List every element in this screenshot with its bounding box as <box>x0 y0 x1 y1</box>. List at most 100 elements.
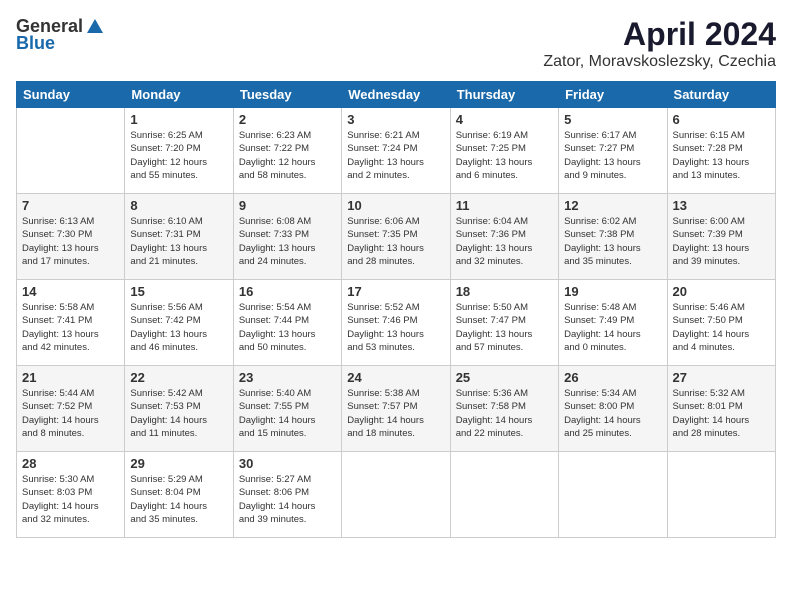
table-row <box>342 452 450 538</box>
day-number: 23 <box>239 370 336 385</box>
calendar-week-row: 14Sunrise: 5:58 AMSunset: 7:41 PMDayligh… <box>17 280 776 366</box>
calendar-table: Sunday Monday Tuesday Wednesday Thursday… <box>16 81 776 538</box>
day-number: 29 <box>130 456 227 471</box>
day-number: 16 <box>239 284 336 299</box>
day-info: Sunrise: 5:30 AMSunset: 8:03 PMDaylight:… <box>22 473 119 526</box>
day-info: Sunrise: 6:23 AMSunset: 7:22 PMDaylight:… <box>239 129 336 182</box>
weekday-header-row: Sunday Monday Tuesday Wednesday Thursday… <box>17 82 776 108</box>
table-row: 15 Sunrise: 5:56 AMSunset: 7:42 PMDayligh… <box>125 280 233 366</box>
day-info: Sunrise: 5:42 AMSunset: 7:53 PMDaylight:… <box>130 387 227 440</box>
table-row: 4 Sunrise: 6:19 AMSunset: 7:25 PMDaylight… <box>450 108 558 194</box>
day-info: Sunrise: 5:50 AMSunset: 7:47 PMDaylight:… <box>456 301 553 354</box>
table-row: 7 Sunrise: 6:13 AMSunset: 7:30 PMDaylight… <box>17 194 125 280</box>
day-number: 12 <box>564 198 661 213</box>
header-saturday: Saturday <box>667 82 775 108</box>
header-sunday: Sunday <box>17 82 125 108</box>
table-row: 6 Sunrise: 6:15 AMSunset: 7:28 PMDaylight… <box>667 108 775 194</box>
table-row: 22Sunrise: 5:42 AMSunset: 7:53 PMDayligh… <box>125 366 233 452</box>
day-info: Sunrise: 5:46 AMSunset: 7:50 PMDaylight:… <box>673 301 770 354</box>
day-number: 26 <box>564 370 661 385</box>
table-row: 9Sunrise: 6:08 AMSunset: 7:33 PMDaylight… <box>233 194 341 280</box>
header-wednesday: Wednesday <box>342 82 450 108</box>
day-info: Sunrise: 5:48 AMSunset: 7:49 PMDaylight:… <box>564 301 661 354</box>
table-row: 14Sunrise: 5:58 AMSunset: 7:41 PMDayligh… <box>17 280 125 366</box>
day-info: Sunrise: 5:36 AMSunset: 7:58 PMDaylight:… <box>456 387 553 440</box>
day-number: 1 <box>130 112 227 127</box>
table-row: 8 Sunrise: 6:10 AMSunset: 7:31 PMDaylight… <box>125 194 233 280</box>
table-row: 27Sunrise: 5:32 AMSunset: 8:01 PMDayligh… <box>667 366 775 452</box>
day-info: Sunrise: 5:52 AMSunset: 7:46 PMDaylight:… <box>347 301 444 354</box>
header-friday: Friday <box>559 82 667 108</box>
month-title: April 2024 <box>543 16 776 53</box>
header-tuesday: Tuesday <box>233 82 341 108</box>
table-row: 11 Sunrise: 6:04 AMSunset: 7:36 PMDayligh… <box>450 194 558 280</box>
day-info: Sunrise: 6:15 AMSunset: 7:28 PMDaylight:… <box>673 129 770 182</box>
title-area: April 2024 Zator, Moravskoslezsky, Czech… <box>543 16 776 71</box>
table-row: 13Sunrise: 6:00 AMSunset: 7:39 PMDayligh… <box>667 194 775 280</box>
logo-blue-text: Blue <box>16 33 55 54</box>
day-info: Sunrise: 6:02 AMSunset: 7:38 PMDaylight:… <box>564 215 661 268</box>
table-row: 1Sunrise: 6:25 AMSunset: 7:20 PMDaylight… <box>125 108 233 194</box>
header-monday: Monday <box>125 82 233 108</box>
table-row: 30Sunrise: 5:27 AMSunset: 8:06 PMDayligh… <box>233 452 341 538</box>
header-area: General Blue April 2024 Zator, Moravskos… <box>16 16 776 71</box>
calendar-week-row: 28 Sunrise: 5:30 AMSunset: 8:03 PMDayligh… <box>17 452 776 538</box>
day-number: 18 <box>456 284 553 299</box>
calendar-week-row: 1Sunrise: 6:25 AMSunset: 7:20 PMDaylight… <box>17 108 776 194</box>
table-row <box>667 452 775 538</box>
day-info: Sunrise: 5:38 AMSunset: 7:57 PMDaylight:… <box>347 387 444 440</box>
day-info: Sunrise: 6:17 AMSunset: 7:27 PMDaylight:… <box>564 129 661 182</box>
day-info: Sunrise: 5:58 AMSunset: 7:41 PMDaylight:… <box>22 301 119 354</box>
day-number: 27 <box>673 370 770 385</box>
day-number: 28 <box>22 456 119 471</box>
day-info: Sunrise: 6:04 AMSunset: 7:36 PMDaylight:… <box>456 215 553 268</box>
day-number: 7 <box>22 198 119 213</box>
table-row: 20Sunrise: 5:46 AMSunset: 7:50 PMDayligh… <box>667 280 775 366</box>
table-row: 18 Sunrise: 5:50 AMSunset: 7:47 PMDayligh… <box>450 280 558 366</box>
day-info: Sunrise: 5:29 AMSunset: 8:04 PMDaylight:… <box>130 473 227 526</box>
day-number: 4 <box>456 112 553 127</box>
day-number: 8 <box>130 198 227 213</box>
day-number: 15 <box>130 284 227 299</box>
table-row: 21Sunrise: 5:44 AMSunset: 7:52 PMDayligh… <box>17 366 125 452</box>
day-number: 17 <box>347 284 444 299</box>
calendar-week-row: 7 Sunrise: 6:13 AMSunset: 7:30 PMDaylight… <box>17 194 776 280</box>
day-number: 9 <box>239 198 336 213</box>
day-number: 24 <box>347 370 444 385</box>
table-row: 16 Sunrise: 5:54 AMSunset: 7:44 PMDayligh… <box>233 280 341 366</box>
table-row: 25Sunrise: 5:36 AMSunset: 7:58 PMDayligh… <box>450 366 558 452</box>
day-info: Sunrise: 5:56 AMSunset: 7:42 PMDaylight:… <box>130 301 227 354</box>
day-info: Sunrise: 5:44 AMSunset: 7:52 PMDaylight:… <box>22 387 119 440</box>
table-row: 5 Sunrise: 6:17 AMSunset: 7:27 PMDaylight… <box>559 108 667 194</box>
day-info: Sunrise: 5:40 AMSunset: 7:55 PMDaylight:… <box>239 387 336 440</box>
table-row: 12 Sunrise: 6:02 AMSunset: 7:38 PMDayligh… <box>559 194 667 280</box>
table-row <box>450 452 558 538</box>
day-number: 13 <box>673 198 770 213</box>
table-row: 23 Sunrise: 5:40 AMSunset: 7:55 PMDayligh… <box>233 366 341 452</box>
day-number: 3 <box>347 112 444 127</box>
day-info: Sunrise: 6:06 AMSunset: 7:35 PMDaylight:… <box>347 215 444 268</box>
day-info: Sunrise: 5:54 AMSunset: 7:44 PMDaylight:… <box>239 301 336 354</box>
day-number: 5 <box>564 112 661 127</box>
day-number: 11 <box>456 198 553 213</box>
logo: General Blue <box>16 16 105 54</box>
day-info: Sunrise: 6:13 AMSunset: 7:30 PMDaylight:… <box>22 215 119 268</box>
day-info: Sunrise: 6:19 AMSunset: 7:25 PMDaylight:… <box>456 129 553 182</box>
day-info: Sunrise: 6:10 AMSunset: 7:31 PMDaylight:… <box>130 215 227 268</box>
header-thursday: Thursday <box>450 82 558 108</box>
day-number: 6 <box>673 112 770 127</box>
table-row: 10 Sunrise: 6:06 AMSunset: 7:35 PMDayligh… <box>342 194 450 280</box>
table-row: 19Sunrise: 5:48 AMSunset: 7:49 PMDayligh… <box>559 280 667 366</box>
day-info: Sunrise: 5:34 AMSunset: 8:00 PMDaylight:… <box>564 387 661 440</box>
table-row: 3 Sunrise: 6:21 AMSunset: 7:24 PMDaylight… <box>342 108 450 194</box>
table-row: 29 Sunrise: 5:29 AMSunset: 8:04 PMDayligh… <box>125 452 233 538</box>
table-row <box>17 108 125 194</box>
table-row: 26 Sunrise: 5:34 AMSunset: 8:00 PMDayligh… <box>559 366 667 452</box>
table-row: 17 Sunrise: 5:52 AMSunset: 7:46 PMDayligh… <box>342 280 450 366</box>
day-info: Sunrise: 5:27 AMSunset: 8:06 PMDaylight:… <box>239 473 336 526</box>
day-number: 10 <box>347 198 444 213</box>
table-row <box>559 452 667 538</box>
day-number: 2 <box>239 112 336 127</box>
table-row: 2 Sunrise: 6:23 AMSunset: 7:22 PMDaylight… <box>233 108 341 194</box>
day-info: Sunrise: 6:21 AMSunset: 7:24 PMDaylight:… <box>347 129 444 182</box>
